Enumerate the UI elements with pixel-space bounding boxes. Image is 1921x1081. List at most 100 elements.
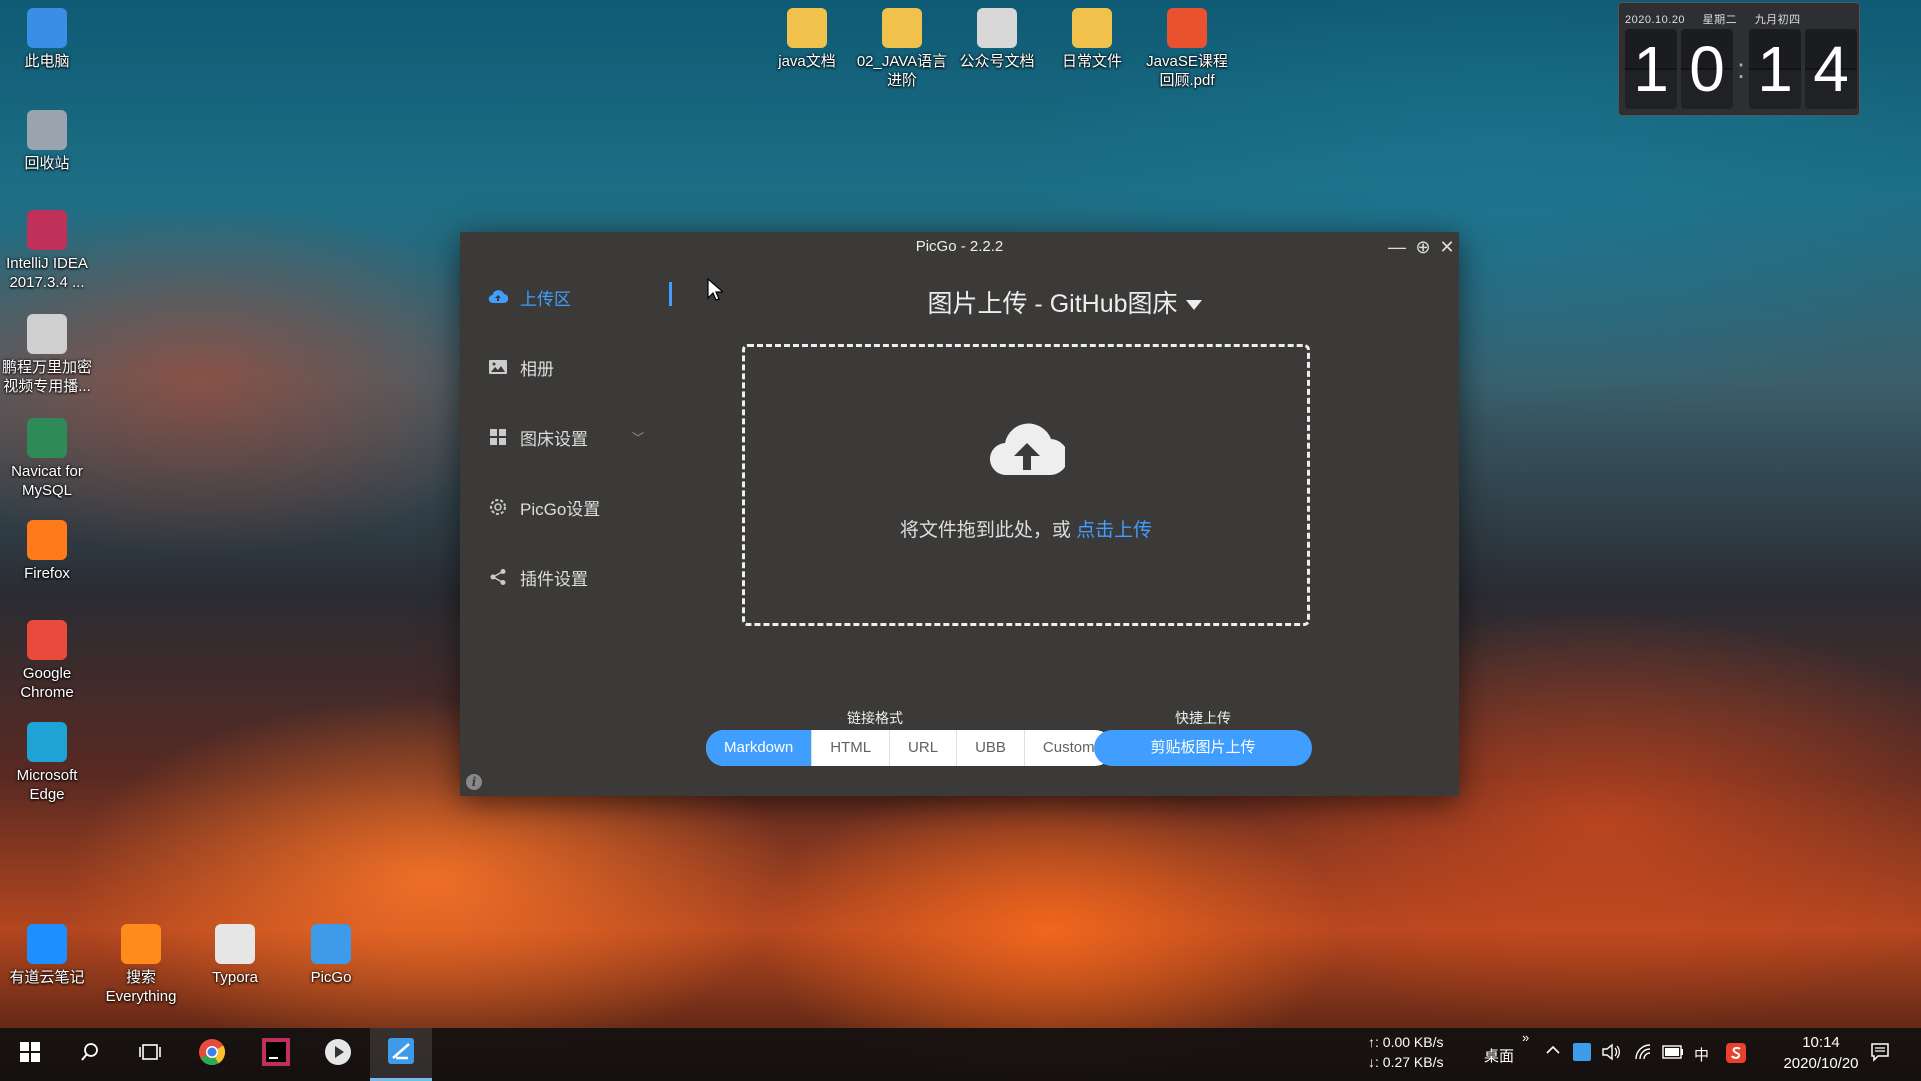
taskbar-date[interactable]: 2020/10/20 [1762,1055,1880,1072]
sidebar-item-plugin-settings[interactable]: 插件设置 [460,542,670,612]
link-format-label: 链接格式 [847,710,903,726]
bottom-icon [215,924,255,964]
search-button[interactable] [60,1028,120,1081]
clipboard-upload-button[interactable]: 剪贴板图片上传 [1094,730,1312,766]
format-option-url[interactable]: URL [890,730,958,766]
picgo-icon [388,1037,414,1069]
top-icon [882,8,922,48]
bottom-desktop-icon[interactable]: 有道云笔记 [0,924,94,987]
left-desktop-icon[interactable]: Navicat for MySQL [0,418,94,500]
minimize-button[interactable]: — [1386,236,1408,258]
top-desktop-icon[interactable]: 02_JAVA语言进阶 [855,8,949,90]
caret-down-icon [1185,300,1202,311]
net-download-speed: ↓: 0.27 KB/s [1368,1054,1444,1070]
desktop-icon-label: JavaSE课程回顾.pdf [1146,53,1228,89]
top-desktop-icon[interactable]: JavaSE课程回顾.pdf [1140,8,1234,90]
upload-title: 图片上传 - GitHub图床 [927,290,1178,318]
ime-indicator[interactable]: 中 [1694,1044,1709,1065]
video-player-icon [324,1038,352,1071]
clock-colon: : [1737,53,1745,84]
bottom-icon [121,924,161,964]
gear-icon [488,497,508,517]
window-title: PicGo - 2.2.2 [915,238,1004,255]
left-desktop-icon[interactable]: IntelliJ IDEA 2017.3.4 ... [0,210,94,292]
sidebar-item-image-host-settings[interactable]: 图床设置 ﹀ [460,402,670,472]
top-icon [1167,8,1207,48]
left-icon [27,620,67,660]
taskbar-time[interactable]: 10:14 [1786,1034,1856,1051]
desktop-icon-label: Microsoft Edge [16,767,78,803]
taskbar-intellij[interactable] [246,1028,306,1081]
battery-icon[interactable] [1662,1045,1684,1063]
desktop-icon-label: 鹏程万里加密视频专用播... [1,359,92,395]
bottom-desktop-icon[interactable]: PicGo [284,924,378,987]
top-desktop-icon[interactable]: 日常文件 [1045,8,1139,71]
intellij-icon [262,1038,290,1071]
left-desktop-icon[interactable]: Firefox [0,520,94,583]
window-titlebar[interactable]: PicGo - 2.2.2 — ⊕ ✕ [460,232,1459,262]
desktop-toolbar-label[interactable]: 桌面 [1484,1045,1514,1066]
net-upload-speed: ↑: 0.00 KB/s [1368,1034,1444,1050]
chevron-down-icon[interactable]: ﹀ [632,429,644,446]
left-icon [27,722,67,762]
left-desktop-icon[interactable]: 回收站 [0,110,94,173]
close-button[interactable]: ✕ [1436,236,1458,258]
sidebar-nav: 上传区 相册 图床设置 ﹀ PicGo设置 插件设置 [460,262,672,612]
bottom-desktop-icon[interactable]: Typora [188,924,282,987]
sogou-input-icon[interactable] [1726,1043,1746,1067]
flip-clock-widget: 2020.10.20 星期二 九月初四 1 0 : 1 4 [1618,2,1860,116]
bottom-desktop-icon[interactable]: 搜索 Everything [94,924,188,1006]
info-icon[interactable]: i [466,774,482,790]
link-format-group: Markdown HTML URL UBB Custom [706,730,1113,766]
taskbar-picgo[interactable] [370,1028,432,1081]
sidebar-item-label: 图床设置 [520,429,588,449]
maximize-button[interactable]: ⊕ [1412,236,1434,258]
format-option-ubb[interactable]: UBB [957,730,1025,766]
click-upload-link[interactable]: 点击上传 [1076,520,1152,541]
desktop-icon-label: java文档 [778,53,836,70]
sidebar-item-picgo-settings[interactable]: PicGo设置 [460,472,670,542]
top-desktop-icon[interactable]: 公众号文档 [950,8,1044,71]
sidebar-item-upload[interactable]: 上传区 [460,262,670,332]
desktop-icon-label: 02_JAVA语言进阶 [856,53,948,89]
desktop-icon-label: IntelliJ IDEA 2017.3.4 ... [6,255,88,291]
left-icon [27,314,67,354]
wifi-icon[interactable] [1634,1043,1654,1065]
taskbar-chrome[interactable] [182,1028,242,1081]
format-option-markdown[interactable]: Markdown [706,730,813,766]
clock-digit-hour-ones: 0 [1681,29,1733,109]
desktop-icon-label: 此电脑 [24,53,70,70]
notification-center-icon[interactable] [1870,1042,1890,1066]
picgo-window: PicGo - 2.2.2 — ⊕ ✕ 上传区 相册 图床设置 ﹀ PicGo设… [460,232,1459,796]
picture-icon [488,357,508,377]
upload-panel: 图片上传 - GitHub图床 将文件拖到此处，或 点击上传 链接格式 Mark… [670,262,1459,796]
left-icon [27,210,67,250]
taskbar: ↑: 0.00 KB/s ↓: 0.27 KB/s 桌面 » 中 10:14 2… [0,1028,1921,1081]
left-desktop-icon[interactable]: 此电脑 [0,8,94,71]
start-button[interactable] [0,1028,60,1081]
left-desktop-icon[interactable]: 鹏程万里加密视频专用播... [0,314,94,396]
sidebar-item-label: 相册 [520,359,554,379]
upload-title-dropdown[interactable]: 图片上传 - GitHub图床 [670,284,1459,320]
bottom-icon [311,924,351,964]
top-desktop-icon[interactable]: java文档 [760,8,854,71]
upload-dropzone[interactable]: 将文件拖到此处，或 点击上传 [742,344,1310,626]
volume-icon[interactable] [1601,1043,1621,1065]
left-desktop-icon[interactable]: Google Chrome [0,620,94,702]
toolbar-expand-icon[interactable]: » [1522,1030,1529,1045]
left-icon [27,418,67,458]
top-icon [787,8,827,48]
taskbar-video-player[interactable] [308,1028,368,1081]
left-desktop-icon[interactable]: Microsoft Edge [0,722,94,804]
clock-digits: 1 0 : 1 4 [1625,29,1857,109]
picgo-tray-icon[interactable] [1573,1043,1591,1065]
sidebar-item-label: PicGo设置 [520,499,601,519]
chrome-icon [198,1038,226,1071]
desktop-icon-label: PicGo [310,969,352,986]
desktop-icon-label: 日常文件 [1061,53,1122,70]
task-view-button[interactable] [120,1028,180,1081]
format-option-html[interactable]: HTML [812,730,891,766]
clock-lunar-date: 九月初四 [1754,14,1801,26]
sidebar-item-album[interactable]: 相册 [460,332,670,402]
tray-overflow-icon[interactable] [1545,1042,1561,1062]
